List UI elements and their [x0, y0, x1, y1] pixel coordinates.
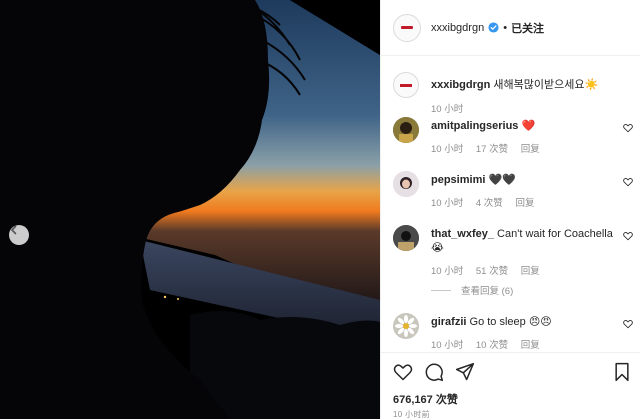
reply-button[interactable]: 回复 — [515, 198, 534, 209]
heart-icon[interactable] — [623, 123, 633, 133]
comment-username[interactable]: amitpalingserius — [431, 120, 518, 132]
comment-likes[interactable]: 4 次赞 — [476, 198, 503, 209]
heart-icon[interactable] — [623, 231, 633, 241]
heart-icon[interactable] — [623, 319, 633, 329]
comment-meta: 10 小时 51 次赞 回复 — [431, 263, 550, 277]
share-icon[interactable] — [455, 362, 475, 382]
caption-username[interactable]: xxxibgdrgn — [431, 79, 490, 91]
verified-badge-icon — [488, 22, 499, 33]
post-side-panel: xxxibgdrgn • 已关注 xxxibgdrgn 새해복많이받으세요☀️ … — [380, 0, 640, 419]
likes-count[interactable]: 676,167 次赞 — [393, 391, 458, 407]
comment-meta: 10 小时 17 次赞 回复 — [431, 141, 550, 155]
comment-text: Go to sleep 😠😠 — [469, 316, 552, 328]
caption-meta: 10 小时 — [431, 101, 473, 115]
comment-time: 10 小时 — [431, 266, 464, 277]
avatar[interactable] — [393, 225, 419, 251]
previous-photo-button[interactable] — [9, 225, 29, 245]
view-replies-label[interactable]: 查看回复 (6) — [461, 283, 513, 297]
comment-text: 🖤🖤 — [488, 174, 516, 186]
separator-dot: • — [503, 21, 508, 34]
comment-time: 10 小时 — [431, 340, 464, 351]
post-header: xxxibgdrgn • 已关注 — [381, 0, 640, 56]
like-heart-icon[interactable] — [393, 362, 413, 382]
comment-text: ❤️ — [521, 120, 536, 132]
avatar[interactable] — [393, 72, 419, 98]
comment-icon[interactable] — [424, 362, 444, 382]
following-button[interactable]: 已关注 — [511, 20, 544, 36]
post-actions: 676,167 次赞 10 小时前 — [381, 352, 640, 419]
post-photo[interactable] — [0, 0, 380, 419]
caption-text: 새해복많이받으세요☀️ — [493, 79, 599, 91]
comment-meta: 10 小时 4 次赞 回复 — [431, 195, 544, 209]
comment-list[interactable]: xxxibgdrgn 새해복많이받으세요☀️ 10 小时 amitpalings… — [381, 57, 640, 352]
heart-icon[interactable] — [623, 177, 633, 187]
bookmark-icon[interactable] — [613, 362, 631, 382]
author-username[interactable]: xxxibgdrgn — [431, 22, 484, 34]
chevron-left-icon — [10, 225, 17, 235]
reply-button[interactable]: 回复 — [521, 340, 540, 351]
comment-username[interactable]: pepsimimi — [431, 174, 485, 186]
avatar[interactable] — [393, 313, 419, 339]
comment-meta: 10 小时 10 次赞 回复 — [431, 337, 550, 351]
caption-time: 10 小时 — [431, 104, 464, 115]
comment-likes[interactable]: 51 次赞 — [476, 266, 508, 277]
avatar[interactable] — [393, 13, 421, 42]
sunset-silhouette-image — [0, 0, 380, 419]
view-replies-link[interactable]: 查看回复 (6) — [431, 283, 513, 297]
avatar[interactable] — [393, 117, 419, 143]
divider — [431, 289, 451, 291]
comment-username[interactable]: that_wxfey_ — [431, 228, 494, 240]
comment-time: 10 小时 — [431, 198, 464, 209]
comment-likes[interactable]: 17 次赞 — [476, 144, 508, 155]
comment-username[interactable]: girafzii — [431, 316, 466, 328]
reply-button[interactable]: 回复 — [521, 144, 540, 155]
comment-likes[interactable]: 10 次赞 — [476, 340, 508, 351]
post-timestamp: 10 小时前 — [393, 410, 430, 419]
comment-time: 10 小时 — [431, 144, 464, 155]
reply-button[interactable]: 回复 — [521, 266, 540, 277]
avatar[interactable] — [393, 171, 419, 197]
